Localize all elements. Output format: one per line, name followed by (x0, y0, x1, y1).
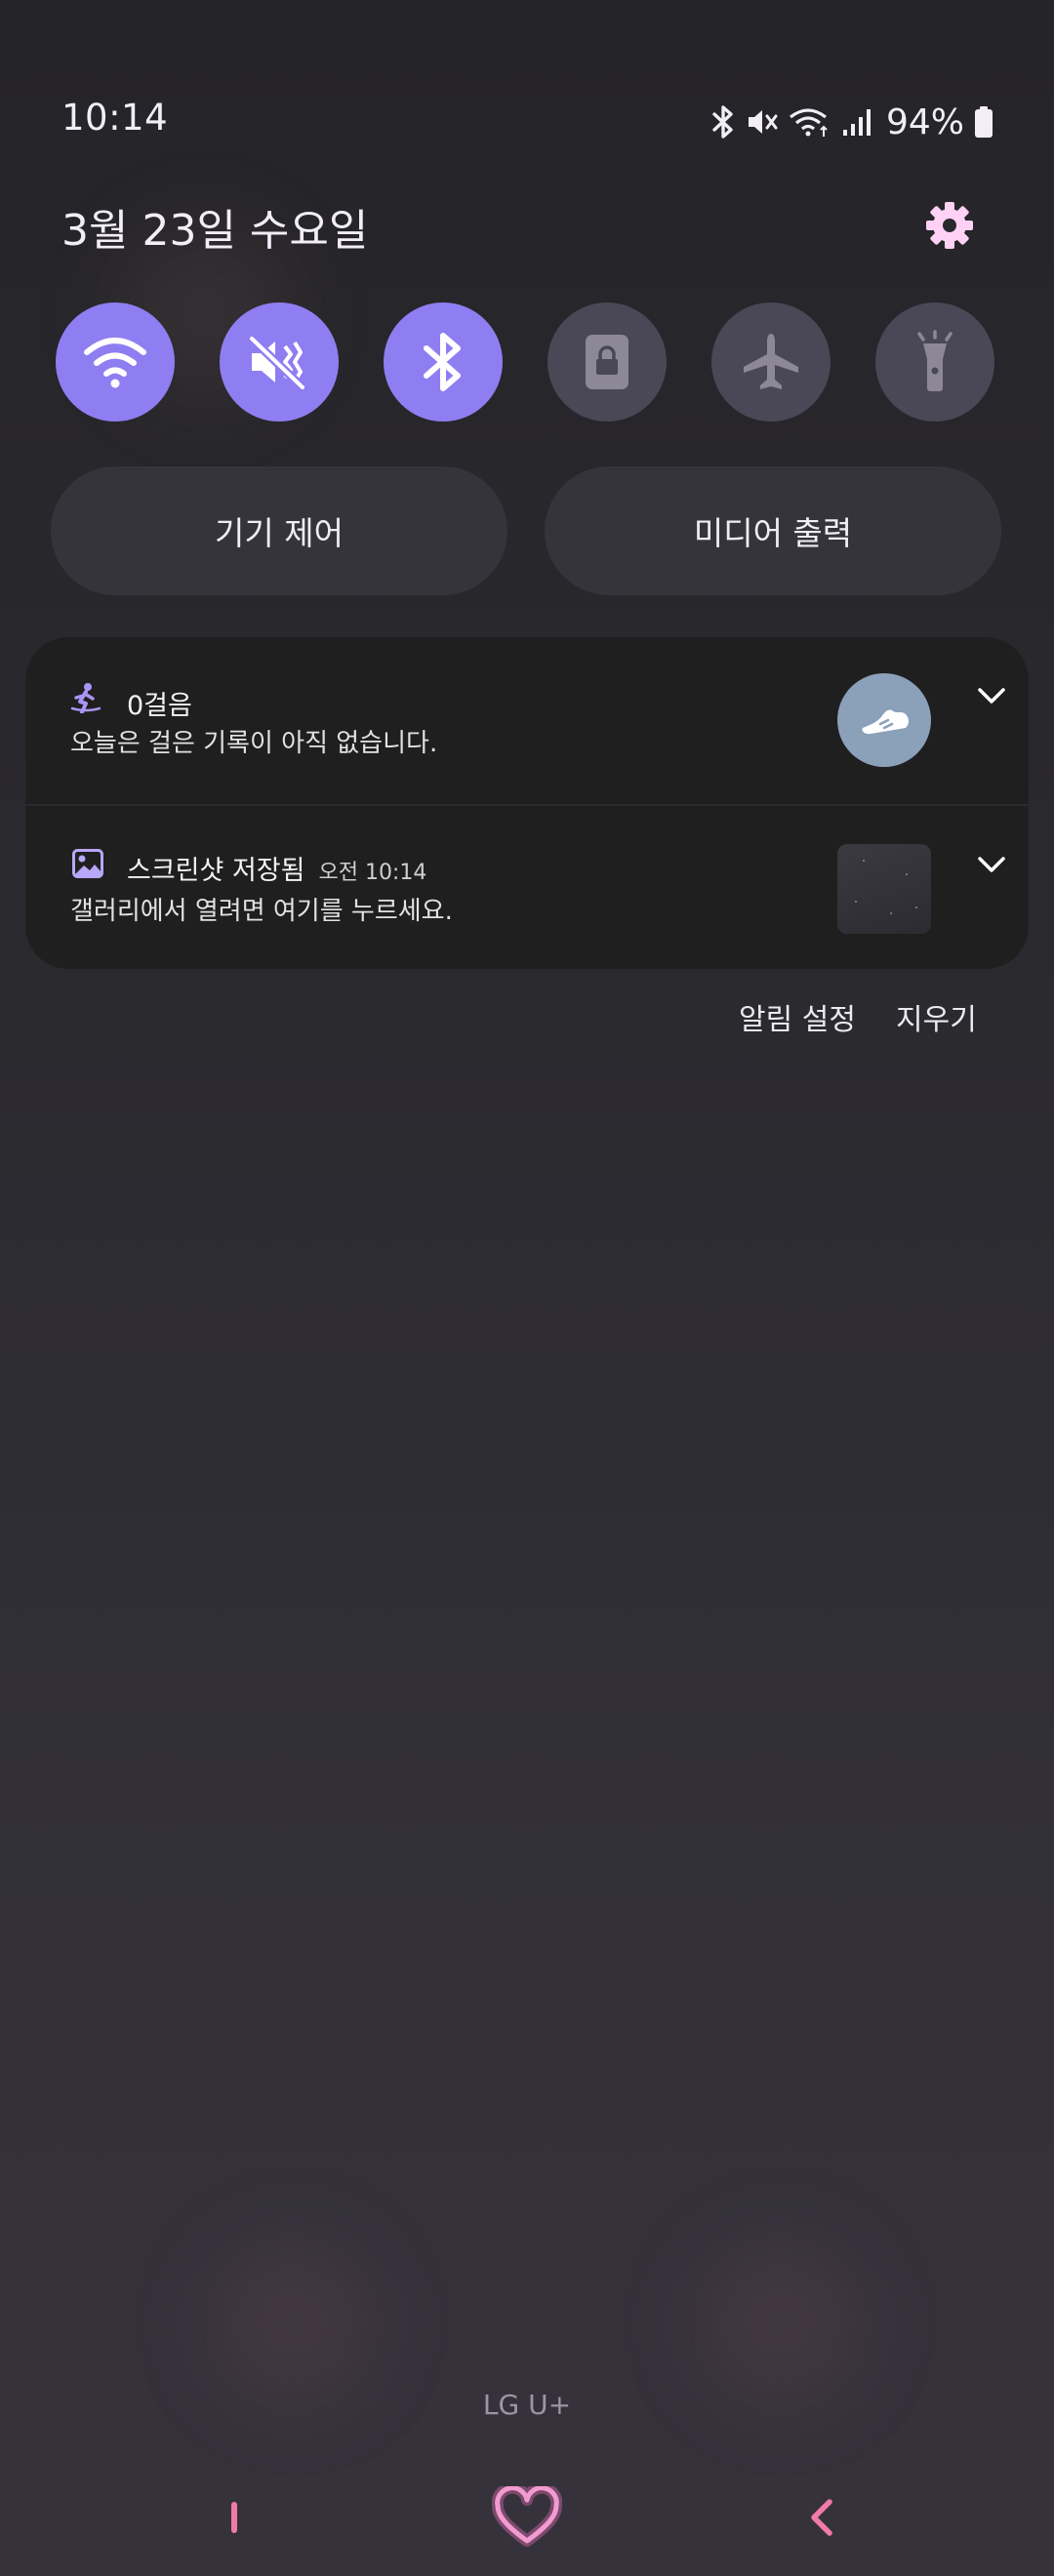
notification-settings-button[interactable]: 알림 설정 (739, 995, 856, 1038)
lock-icon (586, 335, 628, 389)
quick-settings-row (0, 302, 1054, 422)
bluetooth-toggle[interactable] (384, 302, 503, 422)
bluetooth-icon (710, 104, 736, 140)
wifi-icon (789, 105, 831, 139)
notification-item-screenshot[interactable]: 스크린샷 저장됨 오전 10:14 갤러리에서 열려면 여기를 누르세요. (25, 806, 1029, 969)
mute-icon (746, 105, 779, 139)
notification-title-text: 스크린샷 저장됨 (127, 856, 305, 886)
bluetooth-icon (424, 333, 461, 391)
home-heart-icon[interactable] (492, 2486, 562, 2549)
shoe-icon (862, 709, 909, 735)
wifi-icon (84, 338, 146, 388)
ambient-glow (703, 2244, 859, 2400)
carrier-label: LG U+ (482, 2389, 572, 2421)
running-person-icon (70, 682, 101, 717)
battery-percentage: 94% (885, 101, 964, 142)
notification-body: 오늘은 걸은 기록이 아직 없습니다. (70, 729, 438, 758)
step-thumbnail (837, 673, 931, 767)
airplane-mode-toggle[interactable] (711, 302, 831, 422)
notification-title: 0걸음 (127, 691, 192, 721)
gallery-icon (72, 849, 103, 882)
status-time: 10:14 (61, 97, 169, 139)
back-icon[interactable] (802, 2496, 841, 2539)
status-icons: 94% (710, 95, 993, 149)
notification-title: 스크린샷 저장됨 오전 10:14 (127, 849, 426, 887)
screenshot-thumbnail (837, 844, 931, 934)
ambient-glow (215, 2244, 371, 2400)
notification-time: 오전 10:14 (318, 861, 427, 885)
notification-card: 0걸음 오늘은 걸은 기록이 아직 없습니다. 스크린샷 저장됨 오전 10:14… (25, 637, 1029, 969)
airplane-icon (744, 334, 798, 389)
mute-icon (248, 335, 306, 391)
recents-icon[interactable] (217, 2498, 252, 2537)
navigation-bar (0, 2478, 1054, 2556)
date-label: 3월 23일 수요일 (61, 206, 369, 256)
chevron-down-icon[interactable] (972, 676, 1011, 715)
settings-gear-button[interactable] (924, 200, 975, 251)
notification-body: 갤러리에서 열려면 여기를 누르세요. (70, 897, 453, 926)
wifi-toggle[interactable] (56, 302, 175, 422)
media-output-button[interactable]: 미디어 출력 (545, 466, 1001, 595)
clear-notifications-button[interactable]: 지우기 (896, 995, 977, 1038)
notification-item-steps[interactable]: 0걸음 오늘은 걸은 기록이 아직 없습니다. (25, 637, 1029, 804)
status-bar: 10:14 94% (0, 93, 1054, 151)
device-control-button[interactable]: 기기 제어 (51, 466, 507, 595)
flashlight-icon (917, 330, 953, 391)
gear-icon (926, 202, 973, 249)
screen-lock-toggle[interactable] (547, 302, 667, 422)
battery-icon (974, 105, 993, 139)
sound-toggle[interactable] (220, 302, 339, 422)
signal-icon (841, 106, 872, 138)
chevron-down-icon[interactable] (972, 845, 1011, 884)
flashlight-toggle[interactable] (875, 302, 994, 422)
